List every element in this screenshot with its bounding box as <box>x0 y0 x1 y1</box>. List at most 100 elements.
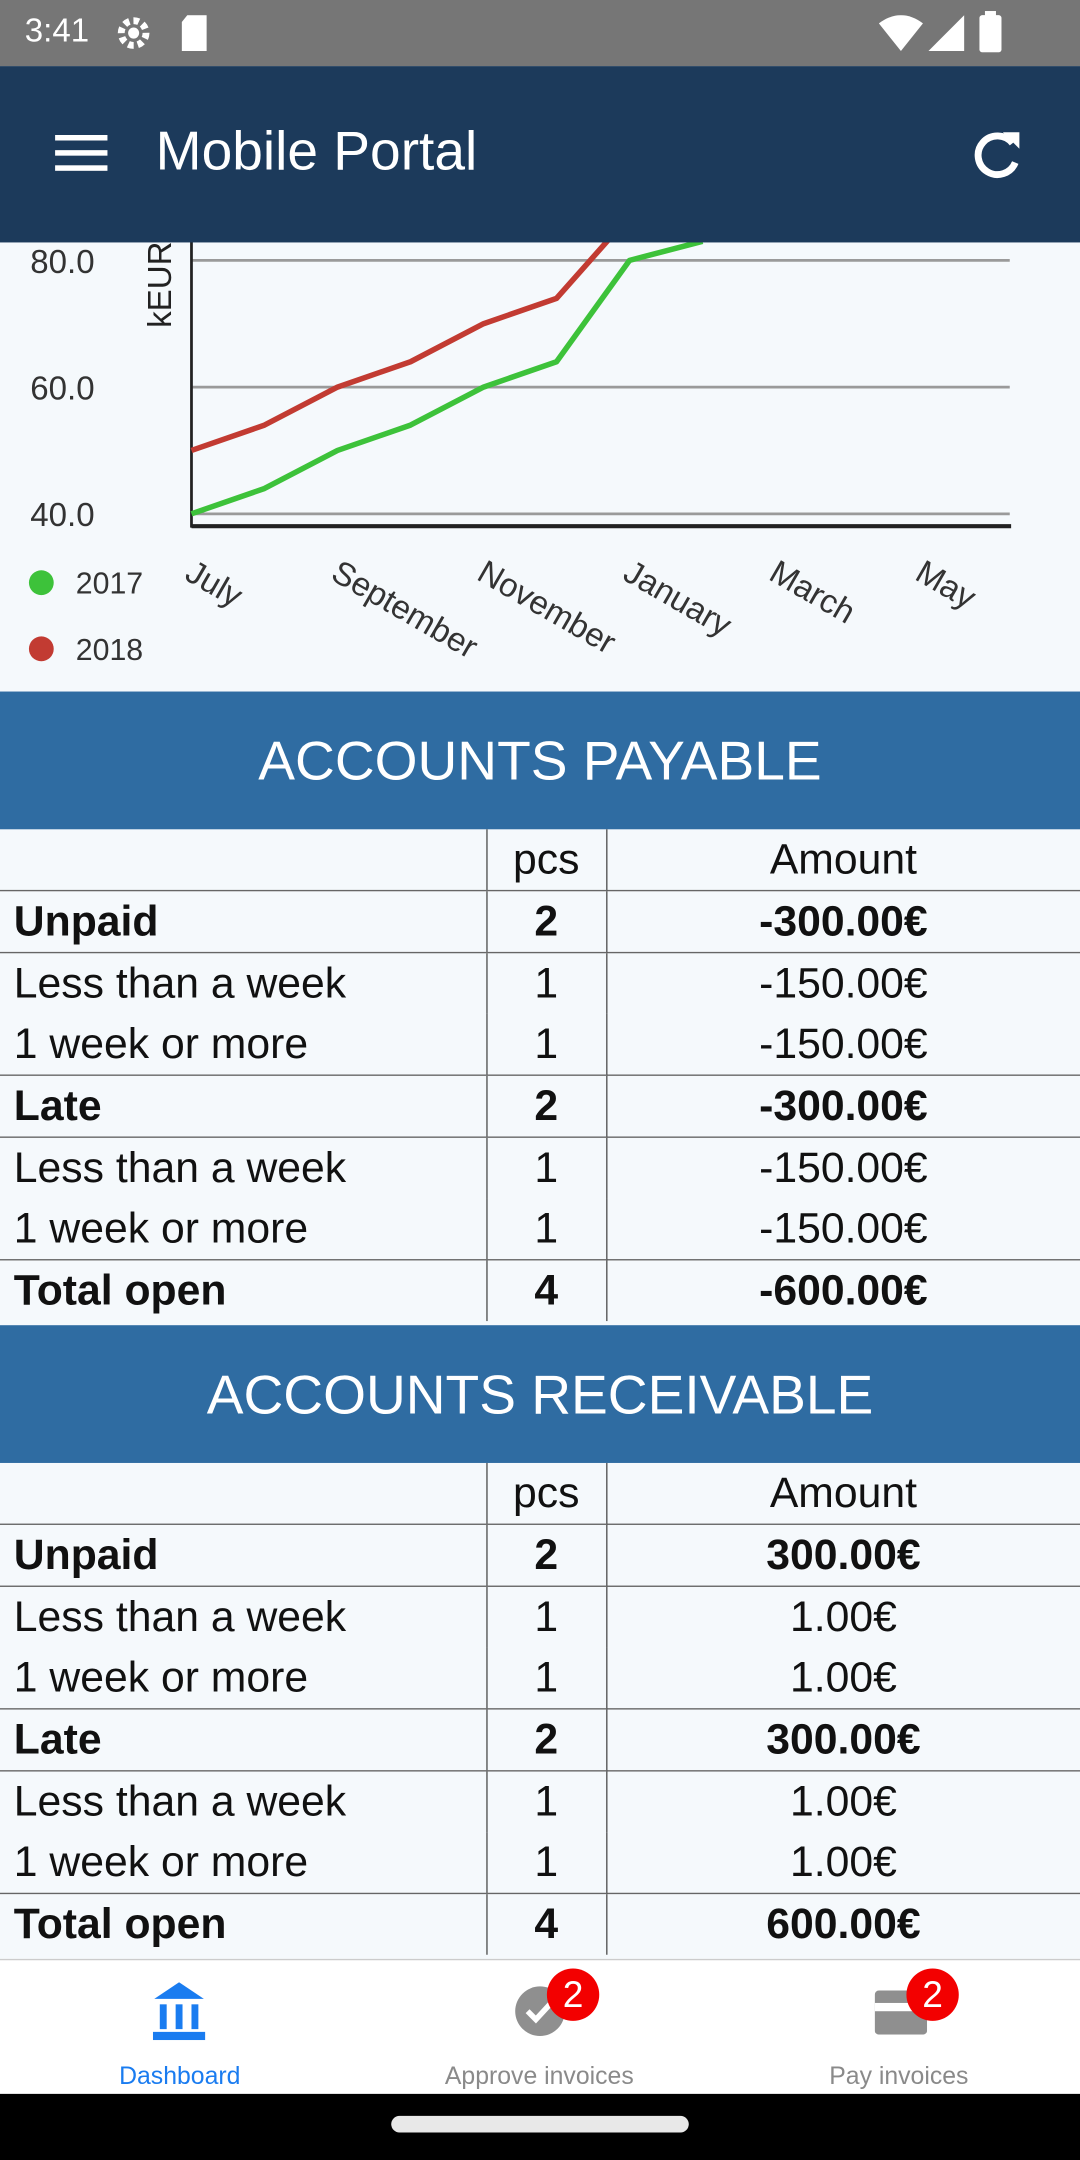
accounts-payable-table: pcs Amount Unpaid 2 -300.00€ Less than a week… <box>0 829 1080 1322</box>
series-line-2018 <box>190 214 632 454</box>
column-header: pcs <box>485 1462 607 1525</box>
table-row: Less than a week 1 1.00€ <box>0 1770 1080 1833</box>
row-label: Late <box>0 1708 487 1771</box>
amount-cell: -300.00€ <box>605 889 1080 953</box>
x-tick-label: July <box>179 553 249 615</box>
column-header <box>0 1463 486 1524</box>
pcs-cell: 2 <box>485 1523 607 1587</box>
settings-icon <box>117 17 150 49</box>
pcs-cell: 1 <box>485 1832 607 1894</box>
tab-pay-invoices[interactable]: 2 Pay invoices <box>719 1960 1079 2095</box>
pcs-cell: 1 <box>485 1770 607 1833</box>
bottom-navigation: Dashboard 2 Approve invoices 2 Pay invoi… <box>0 1958 1080 2096</box>
y-tick-label: 40.0 <box>30 497 94 534</box>
pcs-cell: 4 <box>485 1259 607 1322</box>
row-label: Unpaid <box>0 889 487 953</box>
amount-cell: -150.00€ <box>605 1013 1080 1076</box>
pcs-cell: 1 <box>485 1585 607 1648</box>
status-bar: 3:41 <box>0 0 1080 67</box>
x-tick-label: May <box>909 553 982 616</box>
table-row: Late 2 300.00€ <box>0 1708 1080 1771</box>
tab-label: Dashboard <box>119 2062 241 2090</box>
row-label: 1 week or more <box>13 1203 309 1253</box>
x-tick-label: September <box>325 553 483 666</box>
series-line-2017 <box>190 238 704 517</box>
pcs-cell: 2 <box>485 1074 607 1138</box>
table-row: Unpaid 2 300.00€ <box>0 1523 1080 1587</box>
row-label: Total open <box>0 1892 487 1955</box>
legend-marker <box>28 570 54 596</box>
x-tick-label: November <box>471 553 622 661</box>
status-time: 3:41 <box>24 12 90 50</box>
x-tick-label: March <box>763 553 861 631</box>
row-label: Less than a week <box>0 1770 487 1833</box>
row-label: Less than a week <box>0 1585 487 1648</box>
pcs-cell: 1 <box>485 1013 607 1076</box>
table-row: Less than a week 1 1.00€ <box>0 1585 1080 1648</box>
table-header-row: pcs Amount <box>0 1462 1080 1525</box>
column-header: Amount <box>605 829 1080 891</box>
y-axis-label: kEUR <box>142 242 179 328</box>
amount-cell: -150.00€ <box>605 951 1080 1014</box>
app-bar: Mobile Portal <box>0 66 1080 243</box>
tab-label: Pay invoices <box>829 2062 969 2090</box>
tab-label: Approve invoices <box>444 2062 634 2090</box>
refresh-icon[interactable] <box>970 127 1025 182</box>
amount-cell: 1.00€ <box>605 1832 1080 1894</box>
column-header: Amount <box>605 1462 1080 1525</box>
row-label: Less than a week <box>0 1136 487 1199</box>
column-header: pcs <box>485 829 607 891</box>
pcs-cell: 1 <box>485 1647 607 1709</box>
hamburger-menu-icon[interactable] <box>55 135 108 171</box>
pcs-cell: 2 <box>485 889 607 953</box>
row-label: 1 week or more <box>13 1019 309 1068</box>
amount-cell: 1.00€ <box>605 1770 1080 1833</box>
table-row: 1 week or more 1 -150.00€ <box>0 1198 1080 1260</box>
home-gesture-handle[interactable] <box>391 2115 689 2133</box>
app-title: Mobile Portal <box>155 121 478 182</box>
pcs-cell: 4 <box>485 1892 607 1955</box>
row-label: Less than a week <box>0 951 487 1014</box>
table-row: Total open 4 -600.00€ <box>0 1259 1080 1322</box>
pcs-cell: 1 <box>485 951 607 1014</box>
table-row: Unpaid 2 -300.00€ <box>0 889 1080 953</box>
amount-cell: -600.00€ <box>605 1259 1080 1322</box>
row-label: 1 week or more <box>13 1837 309 1886</box>
screen: 40.0 60.0 80.0 kEUR 2017 2018 July September Nov… <box>0 0 1080 2160</box>
table-row: Less than a week 1 -150.00€ <box>0 951 1080 1014</box>
y-tick-label: 80.0 <box>30 244 94 281</box>
accounts-receivable-table: pcs Amount Unpaid 2 300.00€ Less than a week 1… <box>0 1462 1080 1955</box>
amount-cell: -150.00€ <box>605 1136 1080 1199</box>
amount-cell: 1.00€ <box>605 1585 1080 1648</box>
table-row: Total open 4 600.00€ <box>0 1892 1080 1955</box>
x-tick-label: January <box>617 553 738 644</box>
signal-icon <box>928 15 965 51</box>
table-row: Less than a week 1 -150.00€ <box>0 1136 1080 1199</box>
row-label: Late <box>0 1074 487 1138</box>
wifi-icon <box>878 15 923 51</box>
amount-cell: 600.00€ <box>605 1892 1080 1955</box>
amount-cell: 300.00€ <box>605 1708 1080 1771</box>
tab-approve-invoices[interactable]: 2 Approve invoices <box>360 1960 720 2095</box>
pcs-cell: 2 <box>485 1708 607 1771</box>
amount-cell: 300.00€ <box>605 1523 1080 1587</box>
approve-badge: 2 <box>546 1968 600 2021</box>
table-row: Late 2 -300.00€ <box>0 1074 1080 1138</box>
tab-dashboard[interactable]: Dashboard <box>0 1960 360 2095</box>
amount-cell: -150.00€ <box>605 1198 1080 1260</box>
system-navigation-bar <box>0 2093 1080 2160</box>
row-label: Unpaid <box>0 1523 487 1587</box>
column-header <box>0 829 486 890</box>
y-tick-label: 60.0 <box>30 370 94 407</box>
pay-badge: 2 <box>906 1968 959 2021</box>
table-header-row: pcs Amount <box>0 829 1080 891</box>
pcs-cell: 1 <box>485 1136 607 1199</box>
legend-label: 2017 <box>76 568 143 601</box>
table-row: 1 week or more 1 1.00€ <box>0 1647 1080 1709</box>
legend-label: 2018 <box>76 634 143 667</box>
accounts-receivable-header: ACCOUNTS RECEIVABLE <box>0 1325 1080 1463</box>
battery-icon <box>979 11 1002 53</box>
amount-cell: 1.00€ <box>605 1647 1080 1709</box>
row-label: Total open <box>0 1259 487 1322</box>
row-label: 1 week or more <box>13 1653 309 1702</box>
